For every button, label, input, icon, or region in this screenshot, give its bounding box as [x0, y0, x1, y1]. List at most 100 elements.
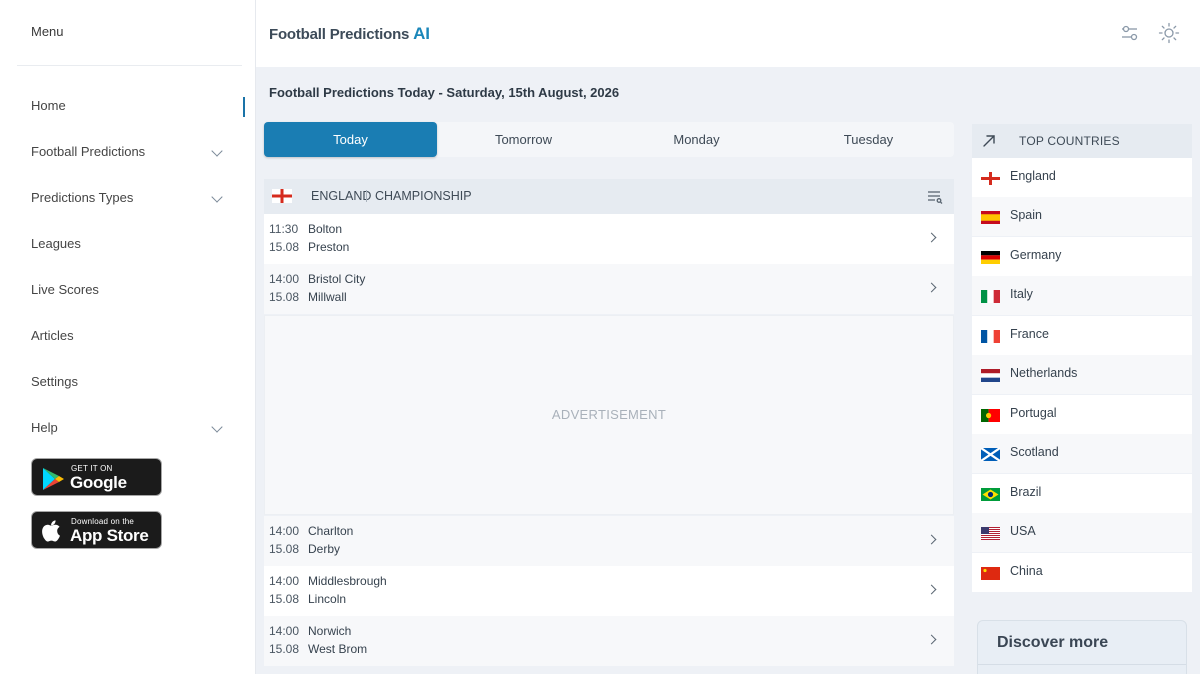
discover-more-box[interactable]: Discover more	[977, 620, 1187, 674]
portugal-flag-icon	[981, 409, 1000, 422]
away-team: Preston	[308, 240, 350, 254]
away-team: West Brom	[308, 642, 368, 656]
sidebar-item-label: Articles	[31, 328, 74, 343]
filter-settings-icon[interactable]	[1119, 22, 1141, 44]
sidebar-item-label: Football Predictions	[31, 144, 146, 159]
country-name: Portugal	[1010, 406, 1057, 420]
country-name: Germany	[1010, 248, 1062, 262]
match-row[interactable]: 14:00 15.08 Bristol City Millwall	[264, 264, 954, 314]
spain-flag-icon	[981, 211, 1000, 224]
match-row[interactable]: 14:00 15.08 Middlesbrough Lincoln	[264, 566, 954, 616]
china-flag-icon	[981, 567, 1000, 580]
sun-icon[interactable]	[1158, 22, 1180, 44]
tab-today[interactable]: Today	[264, 122, 437, 157]
menu-title: Menu	[31, 24, 64, 39]
country-item-china[interactable]: China	[972, 553, 1192, 592]
sidebar-item-articles[interactable]: Articles	[31, 324, 231, 348]
app-store-big-text: App Store	[70, 526, 149, 545]
sidebar-item-leagues[interactable]: Leagues	[31, 232, 231, 256]
sidebar-item-help[interactable]: Help	[31, 416, 231, 440]
google-play-small-text: GET IT ON	[71, 464, 113, 473]
sidebar-item-label: Settings	[31, 374, 78, 389]
country-item-brazil[interactable]: Brazil	[972, 474, 1192, 513]
match-row[interactable]: 14:00 15.08 Charlton Derby	[264, 516, 954, 566]
usa-flag-icon	[981, 527, 1000, 540]
country-item-scotland[interactable]: Scotland	[972, 434, 1192, 473]
sidebar-item-settings[interactable]: Settings	[31, 370, 231, 394]
brand-ai: AI	[413, 24, 430, 43]
tab-tuesday[interactable]: Tuesday	[782, 122, 955, 157]
chevron-down-icon	[211, 191, 223, 203]
chevron-right-icon	[926, 232, 937, 243]
sidebar-item-predictions-types[interactable]: Predictions Types	[31, 186, 231, 210]
brazil-flag-icon	[981, 488, 1000, 501]
tab-monday[interactable]: Monday	[610, 122, 783, 157]
match-row[interactable]: 11:30 15.08 Bolton Preston	[264, 214, 954, 264]
away-team: Millwall	[308, 290, 347, 304]
apple-icon	[42, 520, 61, 542]
chevron-down-icon	[211, 145, 223, 157]
country-name: Spain	[1010, 208, 1042, 222]
country-item-spain[interactable]: Spain	[972, 197, 1192, 236]
match-time: 14:00	[269, 524, 300, 538]
app-store-badge[interactable]: Download on the App Store	[31, 511, 162, 549]
league-name: CHAMPIONSHIP	[375, 189, 472, 203]
country-item-portugal[interactable]: Portugal	[972, 395, 1192, 434]
country-item-italy[interactable]: Italy	[972, 276, 1192, 315]
page-title: Football Predictions Today - Saturday, 1…	[269, 85, 620, 100]
trend-arrow-icon	[983, 135, 995, 147]
italy-flag-icon	[981, 290, 1000, 303]
chevron-right-icon	[926, 282, 937, 293]
match-row[interactable]: 14:00 15.08 Norwich West Brom	[264, 616, 954, 666]
england-flag-icon	[272, 189, 292, 203]
match-time: 14:00	[269, 272, 300, 286]
country-name: Scotland	[1010, 445, 1059, 459]
sidebar-item-label: Leagues	[31, 236, 81, 251]
sidebar-item-label: Help	[31, 420, 58, 435]
google-play-icon	[43, 468, 64, 490]
advertisement-slot: ADVERTISEMENT	[264, 315, 954, 515]
league-country: ENGLAND	[311, 189, 372, 203]
match-date: 15.08	[269, 592, 300, 606]
list-search-icon[interactable]	[927, 190, 943, 204]
england-flag-icon	[981, 172, 1000, 185]
brand-logo[interactable]: Football Predictions AI	[269, 24, 430, 44]
match-date: 15.08	[269, 642, 300, 656]
country-name: France	[1010, 327, 1049, 341]
day-tabs: Today Tomorrow Monday Tuesday	[264, 122, 954, 157]
top-countries-header: TOP COUNTRIES	[972, 124, 1192, 158]
scotland-flag-icon	[981, 448, 1000, 461]
top-countries-title: TOP COUNTRIES	[1019, 134, 1120, 148]
match-date: 15.08	[269, 290, 300, 304]
league-header[interactable]: ENGLAND CHAMPIONSHIP	[264, 179, 954, 214]
tab-tomorrow[interactable]: Tomorrow	[437, 122, 610, 157]
sidebar-item-live-scores[interactable]: Live Scores	[31, 278, 231, 302]
sidebar-item-home[interactable]: Home	[31, 94, 231, 118]
country-item-france[interactable]: France	[972, 316, 1192, 355]
match-time: 11:30	[269, 222, 299, 236]
sidebar-divider	[17, 65, 242, 66]
home-team: Bristol City	[308, 272, 366, 286]
chevron-right-icon	[926, 534, 937, 545]
google-play-badge[interactable]: GET IT ON Google Play	[31, 458, 162, 512]
country-name: Italy	[1010, 287, 1033, 301]
sidebar: Menu Home Football Predictions Predictio…	[0, 0, 256, 674]
country-item-netherlands[interactable]: Netherlands	[972, 355, 1192, 394]
country-item-germany[interactable]: Germany	[972, 237, 1192, 276]
country-name: USA	[1010, 524, 1036, 538]
home-team: Charlton	[308, 524, 354, 538]
sidebar-item-label: Live Scores	[31, 282, 99, 297]
advertisement-label: ADVERTISEMENT	[551, 407, 667, 422]
chevron-down-icon	[211, 421, 223, 433]
country-item-england[interactable]: England	[972, 158, 1192, 197]
home-team: Bolton	[308, 222, 343, 236]
sidebar-item-label: Home	[31, 98, 66, 113]
discover-divider	[978, 664, 1186, 665]
country-item-usa[interactable]: USA	[972, 513, 1192, 552]
match-time: 14:00	[269, 624, 300, 638]
netherlands-flag-icon	[981, 369, 1000, 382]
country-name: England	[1010, 169, 1056, 183]
sidebar-item-label: Predictions Types	[31, 190, 134, 205]
top-header: Football Predictions AI	[256, 0, 1200, 67]
sidebar-item-football-predictions[interactable]: Football Predictions	[31, 140, 231, 164]
